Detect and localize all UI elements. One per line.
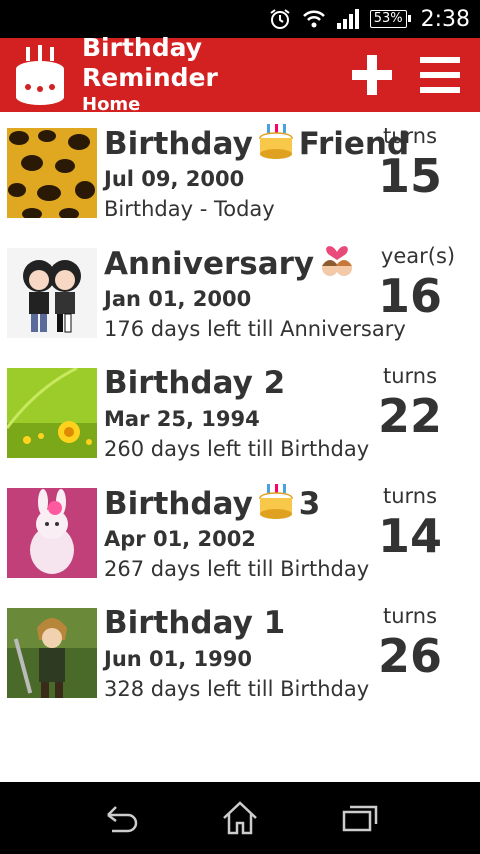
age-label: turns <box>382 124 438 148</box>
age-value: 16 <box>377 269 442 323</box>
wifi-icon <box>302 8 326 30</box>
event-title: Birthday 1 <box>104 602 285 644</box>
action-bar: Birthday Reminder Home <box>0 33 480 115</box>
age-label: turns <box>382 364 438 388</box>
home-icon <box>223 801 257 835</box>
event-title: Birthday 2 <box>104 362 285 404</box>
age-value: 14 <box>377 509 442 563</box>
event-title-text: Birthday 1 <box>104 605 286 641</box>
age-value: 26 <box>377 629 442 683</box>
event-date: Apr 01, 2002 <box>104 527 256 551</box>
alarm-icon <box>268 7 292 31</box>
event-countdown: 267 days left till Birthday <box>104 557 370 581</box>
event-title: Birthday Friend <box>104 122 409 165</box>
menu-button[interactable] <box>412 47 468 103</box>
bunny-thumbnail <box>7 488 97 578</box>
list-item[interactable]: Birthday 3 Apr 01, 2002 267 days left til… <box>0 472 480 592</box>
flower-field-thumbnail <box>7 368 97 458</box>
event-title-text: Anniversary <box>104 246 315 282</box>
app-title: Birthday Reminder <box>82 33 218 92</box>
list-item[interactable]: Birthday 1 Jun 01, 1990 328 days left ti… <box>0 592 480 712</box>
system-navigation-bar <box>0 782 480 854</box>
event-date: Jun 01, 1990 <box>104 647 252 671</box>
list-item[interactable]: Birthday Friend Jul 09, 2000 Birthday - T… <box>0 112 480 232</box>
event-title-text: Birthday 2 <box>104 365 286 401</box>
cake-emoji-icon <box>257 122 295 160</box>
plus-icon <box>352 55 392 95</box>
age-value: 15 <box>377 149 442 203</box>
event-list: Birthday Friend Jul 09, 2000 Birthday - T… <box>0 112 480 712</box>
age-label: year(s) <box>380 244 456 268</box>
clock: 2:38 <box>420 6 470 32</box>
couple-emoji-icon <box>318 242 356 280</box>
back-arrow-icon <box>107 806 138 833</box>
age-label: turns <box>382 484 438 508</box>
add-button[interactable] <box>344 47 400 103</box>
event-date: Mar 25, 1994 <box>104 407 260 431</box>
event-title-text: Birthday <box>104 126 253 162</box>
event-countdown: Birthday - Today <box>104 197 275 221</box>
home-button[interactable] <box>210 793 270 843</box>
battery-indicator: 53% <box>369 10 411 28</box>
event-date: Jan 01, 2000 <box>104 287 252 311</box>
list-item[interactable]: Anniversary Jan 01, 2000 176 days left t… <box>0 232 480 352</box>
age-value: 22 <box>377 389 442 443</box>
event-title: Birthday 3 <box>104 482 320 525</box>
event-title-text: Birthday <box>104 486 253 522</box>
event-date: Jul 09, 2000 <box>104 167 245 191</box>
event-title: Anniversary <box>104 242 360 285</box>
title-block: Birthday Reminder Home <box>82 33 344 117</box>
event-countdown: 176 days left till Anniversary <box>104 317 406 341</box>
recent-apps-button[interactable] <box>330 793 390 843</box>
signal-icon <box>336 8 360 30</box>
event-title-suffix: 3 <box>298 486 321 522</box>
list-item[interactable]: Birthday 2 Mar 25, 1994 260 days left ti… <box>0 352 480 472</box>
recent-apps-icon <box>342 805 378 832</box>
leopard-print-thumbnail <box>7 128 97 218</box>
couple-illustration-thumbnail <box>7 248 97 338</box>
hamburger-menu-icon <box>420 57 460 93</box>
cake-emoji-icon <box>257 482 295 520</box>
event-countdown: 260 days left till Birthday <box>104 437 370 461</box>
anime-warrior-thumbnail <box>7 608 97 698</box>
age-label: turns <box>382 604 438 628</box>
event-countdown: 328 days left till Birthday <box>104 677 370 701</box>
birthday-cake-icon[interactable] <box>12 43 68 107</box>
back-button[interactable] <box>90 793 150 843</box>
